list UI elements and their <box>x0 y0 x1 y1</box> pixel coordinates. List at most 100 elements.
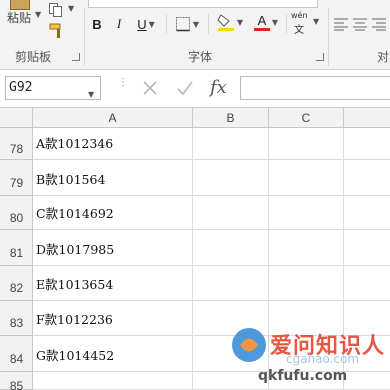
fill-color-button[interactable]: ▼ <box>214 12 246 32</box>
alignment-group-label: 对 <box>377 50 390 64</box>
align-left-button[interactable] <box>333 16 349 32</box>
cell-a[interactable]: A款1012346 <box>33 128 193 159</box>
cell-value: D款1017985 <box>36 241 115 257</box>
close-icon <box>143 81 157 95</box>
insert-function-button[interactable]: fx <box>210 76 236 100</box>
cell-d[interactable] <box>344 266 390 300</box>
select-all-corner[interactable] <box>0 108 33 128</box>
cancel-entry-button[interactable] <box>140 78 162 98</box>
align-right-icon <box>372 18 386 31</box>
row-header[interactable]: 83 <box>0 301 33 336</box>
phonetic-guide-button[interactable]: wén 文 ▼ <box>291 11 325 36</box>
italic-label: I <box>116 16 122 31</box>
font-dialog-launcher-icon[interactable] <box>316 53 324 61</box>
column-header-a[interactable]: A <box>33 108 193 128</box>
chevron-down-icon: ▼ <box>148 19 155 29</box>
chevron-down-icon: ▼ <box>236 17 244 27</box>
name-box[interactable]: G92 <box>5 76 101 100</box>
font-color-button[interactable]: A ▼ <box>250 12 282 32</box>
cell-value: B款101564 <box>36 171 106 187</box>
table-row: E款1013654 <box>33 266 390 301</box>
format-painter-icon <box>49 23 61 38</box>
divider <box>286 14 287 34</box>
table-row: B款101564 <box>33 160 390 196</box>
format-painter-button[interactable] <box>48 22 68 42</box>
cell-b[interactable] <box>193 266 269 300</box>
watermark-logo-icon <box>232 328 266 362</box>
cell-a[interactable]: E款1013654 <box>33 266 193 300</box>
cell-c[interactable] <box>269 196 344 229</box>
group-divider <box>84 8 85 66</box>
cell-d[interactable] <box>344 160 390 195</box>
table-row: D款1017985 <box>33 230 390 266</box>
cell-value: C款1014692 <box>36 205 114 221</box>
chevron-down-icon: ▼ <box>35 10 42 19</box>
watermark: 爱问知识人 cgahao.com qkfufu.com <box>230 318 390 390</box>
cell-a[interactable]: G款1014452 <box>33 336 193 371</box>
align-right-button[interactable] <box>371 16 387 32</box>
cell-a[interactable]: B款101564 <box>33 160 193 195</box>
fx-label: fx <box>210 77 227 98</box>
row-header[interactable]: 81 <box>0 230 33 266</box>
divider <box>166 14 167 34</box>
borders-button[interactable]: ▼ <box>172 14 202 34</box>
cell-b[interactable] <box>193 160 269 195</box>
watermark-url: qkfufu.com <box>258 368 348 384</box>
cell-d[interactable] <box>344 230 390 265</box>
clipboard-group-label: 剪贴板 <box>15 50 52 64</box>
borders-icon <box>175 17 190 32</box>
italic-button[interactable]: I <box>110 14 128 34</box>
font-color-swatch <box>253 27 270 31</box>
chevron-down-icon: ▼ <box>192 19 200 29</box>
underline-button[interactable]: U ▼ <box>132 14 160 34</box>
cell-d[interactable] <box>344 128 390 159</box>
cell-value: A款1012346 <box>36 135 114 151</box>
cell-d[interactable] <box>344 196 390 229</box>
bold-label: B <box>92 16 102 32</box>
paste-label: 粘贴 <box>7 11 32 25</box>
group-divider <box>328 8 329 66</box>
cell-a[interactable] <box>33 372 193 389</box>
formula-bar-splitter[interactable]: ⋮ <box>118 78 128 96</box>
column-header-c[interactable]: C <box>269 108 344 128</box>
column-header-b[interactable]: B <box>193 108 269 128</box>
enter-button[interactable] <box>175 78 197 98</box>
table-row: C款1014692 <box>33 196 390 230</box>
row-header[interactable]: 82 <box>0 266 33 301</box>
font-name-combobox[interactable] <box>88 0 318 8</box>
column-header-d[interactable] <box>344 108 390 128</box>
font-color-glyph: A <box>257 12 267 28</box>
align-center-button[interactable] <box>352 16 368 32</box>
cell-c[interactable] <box>269 230 344 265</box>
row-header[interactable]: 79 <box>0 160 33 196</box>
row-header-bar: 78 79 80 81 82 83 84 85 <box>0 128 33 390</box>
row-header[interactable]: 84 <box>0 336 33 372</box>
formula-input[interactable] <box>240 76 390 100</box>
paste-button[interactable]: 粘贴 ▼ <box>2 0 42 30</box>
cell-a[interactable]: F款1012236 <box>33 301 193 335</box>
font-color-icon: A <box>253 12 270 31</box>
align-left-icon <box>334 18 348 31</box>
row-header[interactable]: 85 <box>0 372 33 390</box>
cell-c[interactable] <box>269 160 344 195</box>
cell-b[interactable] <box>193 196 269 229</box>
paint-bucket-icon <box>217 14 234 31</box>
bold-button[interactable]: B <box>88 14 106 34</box>
table-row: A款1012346 <box>33 128 390 160</box>
cell-b[interactable] <box>193 230 269 265</box>
phonetic-top: wén <box>291 11 308 20</box>
cell-a[interactable]: C款1014692 <box>33 196 193 229</box>
cell-b[interactable] <box>193 128 269 159</box>
cell-a[interactable]: D款1017985 <box>33 230 193 265</box>
underline-label: U <box>137 16 147 32</box>
row-header[interactable]: 78 <box>0 128 33 160</box>
chevron-down-icon: ▼ <box>313 17 320 26</box>
chevron-down-icon: ▼ <box>68 4 75 13</box>
cell-value: G款1014452 <box>36 347 115 363</box>
cell-c[interactable] <box>269 266 344 300</box>
copy-button[interactable]: ▼ <box>48 2 78 20</box>
row-header[interactable]: 80 <box>0 196 33 230</box>
name-box-dropdown[interactable]: ▼ <box>88 82 100 99</box>
clipboard-dialog-launcher-icon[interactable] <box>72 53 80 61</box>
cell-c[interactable] <box>269 128 344 159</box>
